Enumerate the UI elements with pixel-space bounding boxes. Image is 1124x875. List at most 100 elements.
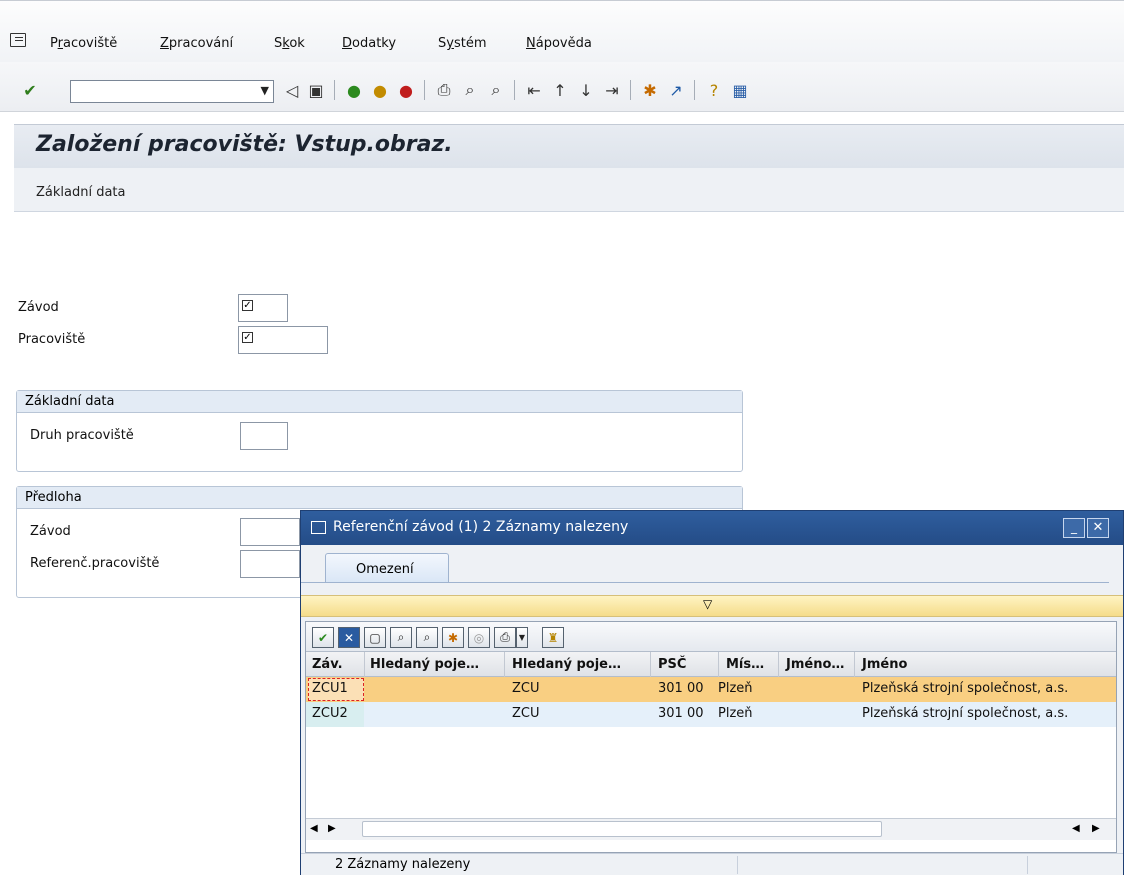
find-icon[interactable]: ⌕ xyxy=(390,627,412,648)
toolbar-separator xyxy=(514,80,515,100)
info-disabled-icon[interactable]: ◎ xyxy=(468,627,490,648)
table-row[interactable]: ZCU1 ZCU 301 00 Plzeň Plzeňská strojní s… xyxy=(306,677,1116,702)
command-field[interactable]: ▼ xyxy=(70,80,274,103)
col-search-term-2[interactable]: Hledaný poje… xyxy=(512,657,621,672)
cell-name: Plzeňská strojní společnost, a.s. xyxy=(862,706,1069,721)
back-arrow-icon[interactable]: ◁ xyxy=(282,80,302,100)
next-page-icon[interactable]: ↓ xyxy=(576,80,596,100)
workcenter-input[interactable]: ✓ xyxy=(238,326,328,354)
column-separator xyxy=(504,652,505,677)
column-separator xyxy=(854,652,855,677)
template-plant-label: Závod xyxy=(30,524,71,539)
create-session-icon[interactable]: ✱ xyxy=(640,80,660,100)
dialog-title: Referenční závod (1) 2 Záznamy nalezeny xyxy=(333,519,629,535)
tab-restrictions[interactable]: Omezení xyxy=(325,553,449,583)
menu-workcenter[interactable]: Pracoviště xyxy=(50,36,117,51)
cell-search-term-2: ZCU xyxy=(512,706,540,721)
scroll-thumb[interactable] xyxy=(362,821,882,837)
menu-help[interactable]: Nápověda xyxy=(526,36,592,51)
dialog-status-bar: 2 Záznamy nalezeny xyxy=(301,853,1123,875)
first-page-icon[interactable]: ⇤ xyxy=(524,80,544,100)
cell-search-term-2: ZCU xyxy=(512,681,540,696)
toolbar-separator xyxy=(334,80,335,100)
scroll-left-icon[interactable]: ◀ xyxy=(1072,823,1080,834)
multi-select-icon[interactable]: ✱ xyxy=(442,627,464,648)
status-separator xyxy=(737,856,738,874)
cancel-x-icon[interactable]: ✕ xyxy=(338,627,360,648)
prev-page-icon[interactable]: ↑ xyxy=(550,80,570,100)
enter-check-icon[interactable]: ✔ xyxy=(20,80,40,100)
dialog-menu-icon[interactable] xyxy=(311,521,326,534)
horizontal-scrollbar[interactable]: ◀ ▶ ◀ ▶ xyxy=(306,818,1116,840)
back-green-icon[interactable]: ● xyxy=(344,80,364,100)
exit-yellow-icon[interactable]: ● xyxy=(370,80,390,100)
chevron-down-icon[interactable]: ▼ xyxy=(261,84,269,97)
results-grid: ✔ ✕ ▢ ⌕ ⌕ ✱ ◎ ⎙ ▼ ♜ Záv. Hledaný poje… H… xyxy=(305,621,1117,853)
last-page-icon[interactable]: ⇥ xyxy=(602,80,622,100)
restrictions-expander[interactable]: ▽ xyxy=(301,595,1123,617)
toolbar-separator xyxy=(630,80,631,100)
shortcut-icon[interactable]: ↗ xyxy=(666,80,686,100)
basic-data-group-title: Základní data xyxy=(17,391,742,413)
col-name-1[interactable]: Jméno… xyxy=(786,657,844,672)
wc-category-input[interactable] xyxy=(240,422,288,450)
cell-zip: 301 00 xyxy=(658,706,704,721)
system-menu-icon[interactable] xyxy=(10,33,26,47)
column-separator xyxy=(778,652,779,677)
table-row[interactable]: ZCU2 ZCU 301 00 Plzeň Plzeňská strojní s… xyxy=(306,702,1116,727)
toolbar-separator xyxy=(424,80,425,100)
col-plant[interactable]: Záv. xyxy=(312,657,343,672)
scroll-right-icon[interactable]: ▶ xyxy=(1092,823,1100,834)
col-zip[interactable]: PSČ xyxy=(658,657,686,672)
scroll-left-icon[interactable]: ◀ xyxy=(310,823,318,834)
menu-goto[interactable]: Skok xyxy=(274,36,305,51)
application-toolbar xyxy=(14,168,1124,212)
required-check-icon: ✓ xyxy=(242,332,253,343)
cell-name: Plzeňská strojní společnost, a.s. xyxy=(862,681,1069,696)
new-doc-icon[interactable]: ▢ xyxy=(364,627,386,648)
col-search-term-1[interactable]: Hledaný poje… xyxy=(370,657,479,672)
cell-city: Plzeň xyxy=(718,706,753,721)
tab-divider xyxy=(301,582,1109,583)
basic-data-button[interactable]: Základní data xyxy=(36,185,126,200)
print-dropdown-icon[interactable]: ▼ xyxy=(516,627,528,648)
grid-header: Záv. Hledaný poje… Hledaný poje… PSČ Mís… xyxy=(306,652,1116,677)
column-separator xyxy=(364,652,365,677)
column-separator xyxy=(718,652,719,677)
find-next-icon[interactable]: ⌕ xyxy=(486,80,506,100)
wc-category-label: Druh pracoviště xyxy=(30,428,134,443)
find-next-icon[interactable]: ⌕ xyxy=(416,627,438,648)
print-icon[interactable]: ⎙ xyxy=(434,80,454,100)
search-help-dialog: Referenční závod (1) 2 Záznamy nalezeny … xyxy=(300,510,1124,875)
template-plant-input[interactable] xyxy=(240,518,300,546)
scroll-right-icon[interactable]: ▶ xyxy=(328,823,336,834)
confirm-check-icon[interactable]: ✔ xyxy=(312,627,334,648)
col-name[interactable]: Jméno xyxy=(862,657,907,672)
close-icon[interactable]: ✕ xyxy=(1087,518,1109,538)
workcenter-label: Pracoviště xyxy=(18,332,86,347)
find-icon[interactable]: ⌕ xyxy=(460,80,480,100)
personalize-icon[interactable]: ♜ xyxy=(542,627,564,648)
cell-zip: 301 00 xyxy=(658,681,704,696)
minimize-icon[interactable]: _ xyxy=(1063,518,1085,538)
help-icon[interactable]: ? xyxy=(704,80,724,100)
save-icon[interactable]: ▣ xyxy=(306,80,326,100)
status-separator xyxy=(1027,856,1028,874)
menu-extras[interactable]: Dodatky xyxy=(342,36,396,51)
expand-triangle-icon: ▽ xyxy=(703,597,713,611)
cell-plant: ZCU2 xyxy=(312,706,348,721)
menu-processing[interactable]: Zpracování xyxy=(160,36,233,51)
menu-system[interactable]: Systém xyxy=(438,36,487,51)
plant-input[interactable]: ✓ xyxy=(238,294,288,322)
status-text: 2 Záznamy nalezeny xyxy=(335,857,471,872)
required-check-icon: ✓ xyxy=(242,300,253,311)
toolbar-separator xyxy=(694,80,695,100)
col-city[interactable]: Mís… xyxy=(726,657,764,672)
menu-bar xyxy=(0,0,1124,62)
layout-icon[interactable]: ▦ xyxy=(730,80,750,100)
ref-workcenter-input[interactable] xyxy=(240,550,300,578)
page-title: Založení pracoviště: Vstup.obraz. xyxy=(36,132,453,157)
cancel-red-icon[interactable]: ● xyxy=(396,80,416,100)
print-icon[interactable]: ⎙ xyxy=(494,627,516,648)
dialog-title-bar[interactable]: Referenční závod (1) 2 Záznamy nalezeny … xyxy=(301,511,1123,545)
